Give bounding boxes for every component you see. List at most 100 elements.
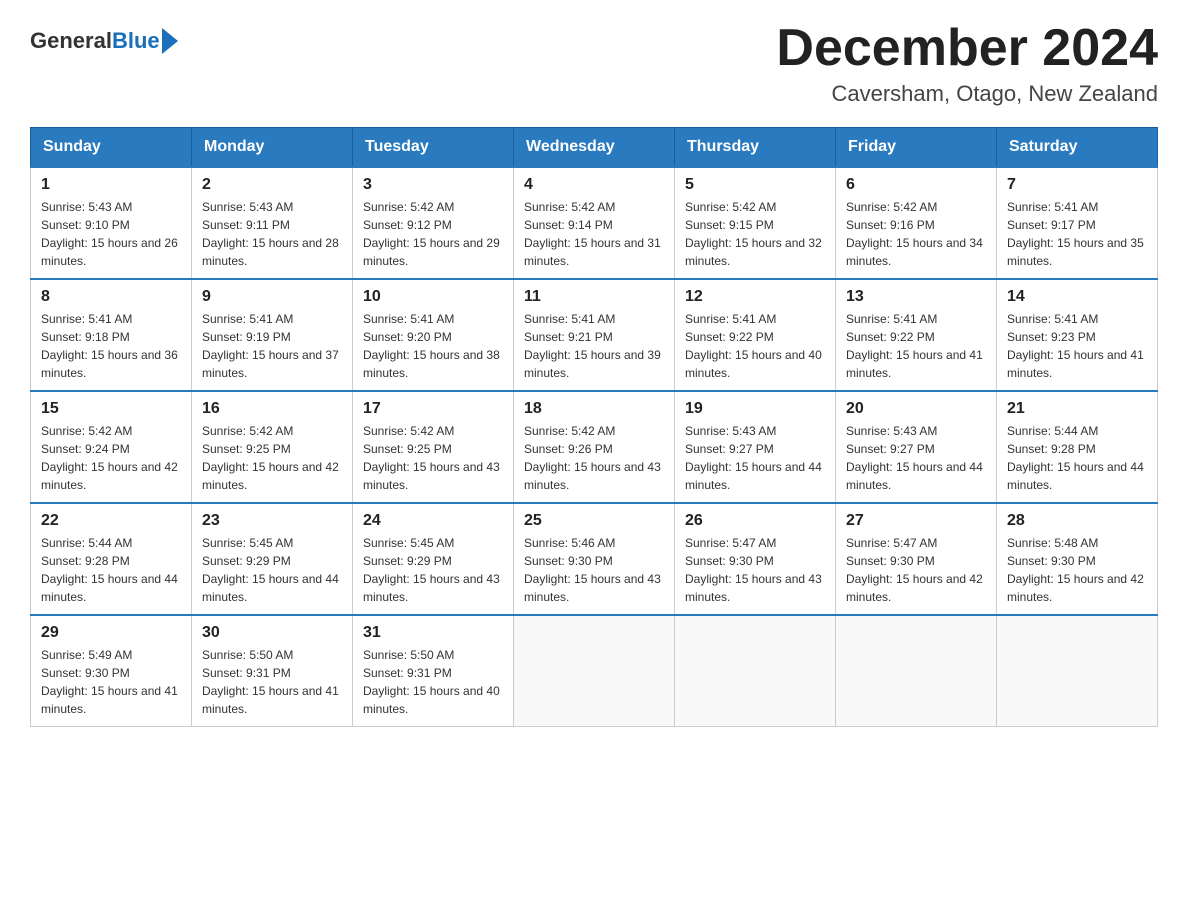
day-info: Sunrise: 5:47 AMSunset: 9:30 PMDaylight:…: [846, 534, 986, 606]
day-info: Sunrise: 5:43 AMSunset: 9:10 PMDaylight:…: [41, 198, 181, 270]
calendar-cell: 31 Sunrise: 5:50 AMSunset: 9:31 PMDayligh…: [353, 615, 514, 727]
day-info: Sunrise: 5:43 AMSunset: 9:11 PMDaylight:…: [202, 198, 342, 270]
calendar-cell: [997, 615, 1158, 727]
calendar-cell: [514, 615, 675, 727]
calendar-table: SundayMondayTuesdayWednesdayThursdayFrid…: [30, 127, 1158, 727]
title-block: December 2024 Caversham, Otago, New Zeal…: [776, 20, 1158, 107]
day-number: 22: [41, 512, 181, 530]
day-number: 26: [685, 512, 825, 530]
day-number: 13: [846, 288, 986, 306]
day-info: Sunrise: 5:42 AMSunset: 9:12 PMDaylight:…: [363, 198, 503, 270]
calendar-cell: 12Sunrise: 5:41 AMSunset: 9:22 PMDayligh…: [675, 279, 836, 391]
day-number: 1: [41, 176, 181, 194]
day-info: Sunrise: 5:41 AMSunset: 9:18 PMDaylight:…: [41, 310, 181, 382]
day-info: Sunrise: 5:41 AMSunset: 9:21 PMDaylight:…: [524, 310, 664, 382]
calendar-cell: 28 Sunrise: 5:48 AMSunset: 9:30 PMDayligh…: [997, 503, 1158, 615]
calendar-cell: 24Sunrise: 5:45 AMSunset: 9:29 PMDayligh…: [353, 503, 514, 615]
day-number: 31: [363, 624, 503, 642]
day-info: Sunrise: 5:42 AMSunset: 9:24 PMDaylight:…: [41, 422, 181, 494]
day-number: 30: [202, 624, 342, 642]
day-number: 23: [202, 512, 342, 530]
day-number: 17: [363, 400, 503, 418]
calendar-cell: 27 Sunrise: 5:47 AMSunset: 9:30 PMDayligh…: [836, 503, 997, 615]
day-number: 10: [363, 288, 503, 306]
day-number: 15: [41, 400, 181, 418]
calendar-cell: [675, 615, 836, 727]
day-info: Sunrise: 5:41 AMSunset: 9:20 PMDaylight:…: [363, 310, 503, 382]
week-row-5: 29Sunrise: 5:49 AMSunset: 9:30 PMDayligh…: [31, 615, 1158, 727]
day-number: 9: [202, 288, 342, 306]
day-number: 2: [202, 176, 342, 194]
calendar-cell: 25Sunrise: 5:46 AMSunset: 9:30 PMDayligh…: [514, 503, 675, 615]
day-info: Sunrise: 5:50 AMSunset: 9:31 PMDaylight:…: [363, 646, 503, 718]
day-number: 18: [524, 400, 664, 418]
week-row-3: 15 Sunrise: 5:42 AMSunset: 9:24 PMDayligh…: [31, 391, 1158, 503]
week-row-2: 8 Sunrise: 5:41 AMSunset: 9:18 PMDaylight…: [31, 279, 1158, 391]
day-info: Sunrise: 5:42 AMSunset: 9:14 PMDaylight:…: [524, 198, 664, 270]
calendar-cell: 29Sunrise: 5:49 AMSunset: 9:30 PMDayligh…: [31, 615, 192, 727]
calendar-cell: 7Sunrise: 5:41 AMSunset: 9:17 PMDaylight…: [997, 167, 1158, 279]
day-number: 16: [202, 400, 342, 418]
calendar-cell: 5 Sunrise: 5:42 AMSunset: 9:15 PMDaylight…: [675, 167, 836, 279]
calendar-cell: 20Sunrise: 5:43 AMSunset: 9:27 PMDayligh…: [836, 391, 997, 503]
calendar-cell: 8 Sunrise: 5:41 AMSunset: 9:18 PMDaylight…: [31, 279, 192, 391]
day-number: 7: [1007, 176, 1147, 194]
day-number: 5: [685, 176, 825, 194]
day-info: Sunrise: 5:42 AMSunset: 9:26 PMDaylight:…: [524, 422, 664, 494]
day-info: Sunrise: 5:44 AMSunset: 9:28 PMDaylight:…: [41, 534, 181, 606]
calendar-cell: 22 Sunrise: 5:44 AMSunset: 9:28 PMDayligh…: [31, 503, 192, 615]
day-info: Sunrise: 5:46 AMSunset: 9:30 PMDaylight:…: [524, 534, 664, 606]
column-header-sunday: Sunday: [31, 128, 192, 168]
day-number: 28: [1007, 512, 1147, 530]
calendar-cell: 14 Sunrise: 5:41 AMSunset: 9:23 PMDayligh…: [997, 279, 1158, 391]
day-number: 8: [41, 288, 181, 306]
column-header-thursday: Thursday: [675, 128, 836, 168]
calendar-cell: 18 Sunrise: 5:42 AMSunset: 9:26 PMDayligh…: [514, 391, 675, 503]
calendar-cell: 10 Sunrise: 5:41 AMSunset: 9:20 PMDayligh…: [353, 279, 514, 391]
day-info: Sunrise: 5:41 AMSunset: 9:23 PMDaylight:…: [1007, 310, 1147, 382]
day-info: Sunrise: 5:42 AMSunset: 9:16 PMDaylight:…: [846, 198, 986, 270]
calendar-cell: 6 Sunrise: 5:42 AMSunset: 9:16 PMDaylight…: [836, 167, 997, 279]
week-row-1: 1 Sunrise: 5:43 AMSunset: 9:10 PMDaylight…: [31, 167, 1158, 279]
column-header-tuesday: Tuesday: [353, 128, 514, 168]
day-number: 11: [524, 288, 664, 306]
day-number: 19: [685, 400, 825, 418]
day-info: Sunrise: 5:49 AMSunset: 9:30 PMDaylight:…: [41, 646, 181, 718]
calendar-cell: 23 Sunrise: 5:45 AMSunset: 9:29 PMDayligh…: [192, 503, 353, 615]
column-header-friday: Friday: [836, 128, 997, 168]
calendar-cell: 30 Sunrise: 5:50 AMSunset: 9:31 PMDayligh…: [192, 615, 353, 727]
calendar-cell: 17 Sunrise: 5:42 AMSunset: 9:25 PMDayligh…: [353, 391, 514, 503]
day-info: Sunrise: 5:45 AMSunset: 9:29 PMDaylight:…: [202, 534, 342, 606]
day-info: Sunrise: 5:44 AMSunset: 9:28 PMDaylight:…: [1007, 422, 1147, 494]
day-info: Sunrise: 5:42 AMSunset: 9:25 PMDaylight:…: [202, 422, 342, 494]
calendar-cell: 4 Sunrise: 5:42 AMSunset: 9:14 PMDaylight…: [514, 167, 675, 279]
calendar-cell: 3Sunrise: 5:42 AMSunset: 9:12 PMDaylight…: [353, 167, 514, 279]
day-number: 4: [524, 176, 664, 194]
day-info: Sunrise: 5:41 AMSunset: 9:19 PMDaylight:…: [202, 310, 342, 382]
calendar-cell: 15 Sunrise: 5:42 AMSunset: 9:24 PMDayligh…: [31, 391, 192, 503]
day-number: 6: [846, 176, 986, 194]
page-header: GeneralBlue December 2024 Caversham, Ota…: [30, 20, 1158, 107]
calendar-cell: [836, 615, 997, 727]
day-info: Sunrise: 5:42 AMSunset: 9:25 PMDaylight:…: [363, 422, 503, 494]
day-info: Sunrise: 5:42 AMSunset: 9:15 PMDaylight:…: [685, 198, 825, 270]
day-number: 27: [846, 512, 986, 530]
day-info: Sunrise: 5:48 AMSunset: 9:30 PMDaylight:…: [1007, 534, 1147, 606]
calendar-cell: 9 Sunrise: 5:41 AMSunset: 9:19 PMDaylight…: [192, 279, 353, 391]
calendar-title: December 2024: [776, 20, 1158, 77]
calendar-cell: 2 Sunrise: 5:43 AMSunset: 9:11 PMDaylight…: [192, 167, 353, 279]
day-info: Sunrise: 5:45 AMSunset: 9:29 PMDaylight:…: [363, 534, 503, 606]
calendar-subtitle: Caversham, Otago, New Zealand: [776, 81, 1158, 107]
calendar-header-row: SundayMondayTuesdayWednesdayThursdayFrid…: [31, 128, 1158, 168]
day-info: Sunrise: 5:41 AMSunset: 9:22 PMDaylight:…: [846, 310, 986, 382]
calendar-cell: 16 Sunrise: 5:42 AMSunset: 9:25 PMDayligh…: [192, 391, 353, 503]
day-number: 21: [1007, 400, 1147, 418]
day-info: Sunrise: 5:43 AMSunset: 9:27 PMDaylight:…: [846, 422, 986, 494]
logo-arrow-icon: [162, 28, 178, 54]
column-header-monday: Monday: [192, 128, 353, 168]
logo-text: GeneralBlue: [30, 29, 160, 53]
day-number: 14: [1007, 288, 1147, 306]
calendar-cell: 21 Sunrise: 5:44 AMSunset: 9:28 PMDayligh…: [997, 391, 1158, 503]
day-info: Sunrise: 5:50 AMSunset: 9:31 PMDaylight:…: [202, 646, 342, 718]
calendar-cell: 26Sunrise: 5:47 AMSunset: 9:30 PMDayligh…: [675, 503, 836, 615]
